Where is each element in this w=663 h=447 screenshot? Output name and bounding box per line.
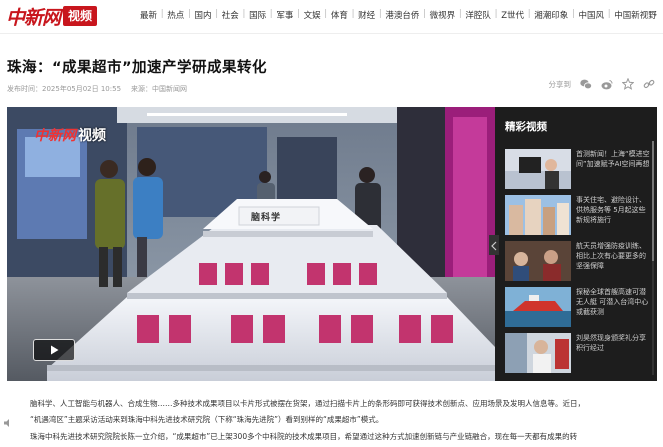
video-caption: 事关住宅、避险设计、供热服务等 5月起这些新规将施行 bbox=[576, 196, 646, 224]
chevron-left-icon bbox=[491, 236, 497, 255]
nav-separator: | bbox=[297, 9, 300, 19]
video-watermark: 中新网 视频 bbox=[34, 125, 106, 145]
video-caption: 探秘全球首艘高速可潜无人艇 可潜入台湾中心或截获测 bbox=[576, 288, 649, 316]
video-list-item[interactable]: 刘昊然现身颁奖礼分享积行经过 bbox=[505, 333, 651, 375]
nav-item[interactable]: 港澳台侨 bbox=[385, 9, 419, 21]
nav-separator: | bbox=[242, 9, 246, 19]
panel-title: 精彩视频 bbox=[505, 121, 547, 133]
nav-separator: | bbox=[607, 9, 611, 19]
nav-item[interactable]: 国内 bbox=[195, 9, 212, 21]
nav-separator: | bbox=[351, 9, 355, 19]
watermark-text: 中新网 bbox=[34, 128, 76, 144]
nav-separator: | bbox=[378, 9, 382, 19]
share-bar: 分享到 bbox=[549, 78, 656, 90]
nav-separator: | bbox=[527, 9, 531, 19]
publish-time: 发布时间：2025年05月02日 10:55 bbox=[7, 85, 122, 93]
video-list-item[interactable]: 事关住宅、避险设计、供热服务等 5月起这些新规将施行 bbox=[505, 195, 651, 237]
wechat-icon[interactable] bbox=[580, 78, 592, 90]
nav-item[interactable]: Z世代 bbox=[501, 9, 524, 21]
nav-item[interactable]: 热点 bbox=[167, 9, 184, 21]
video-caption: 航天员增强防疫训练、相比上次有心要更多的坚强保障 bbox=[576, 242, 646, 270]
article-source: 来源：中国新闻网 bbox=[131, 85, 188, 93]
article-paragraph: “机遇湾区”主题采访活动来到珠海中科先进技术研究院（下称“珠海先进院”）看到别样… bbox=[30, 415, 384, 424]
floating-toolbar[interactable] bbox=[3, 418, 13, 430]
nav-item[interactable]: 军事 bbox=[276, 9, 293, 21]
nav-item[interactable]: 国际 bbox=[249, 9, 266, 21]
star-icon[interactable] bbox=[622, 78, 634, 90]
site-logo[interactable]: 中新网 视频 bbox=[6, 4, 98, 29]
play-button[interactable] bbox=[33, 339, 75, 361]
nav-separator: | bbox=[494, 9, 498, 19]
nav-separator: | bbox=[571, 9, 575, 19]
share-label: 分享到 bbox=[548, 79, 572, 89]
nav-item[interactable]: 洋腔队 bbox=[465, 9, 491, 21]
nav-separator: | bbox=[324, 9, 328, 19]
nav-separator: | bbox=[458, 9, 462, 19]
nav-separator: | bbox=[269, 9, 273, 19]
play-icon bbox=[48, 341, 60, 360]
nav-item[interactable]: 中国风 bbox=[579, 9, 605, 21]
video-list-item[interactable]: 探秘全球首艘高速可潜无人艇 可潜入台湾中心或截获测 bbox=[505, 287, 651, 329]
weibo-icon[interactable] bbox=[601, 78, 613, 90]
nav-separator: | bbox=[187, 9, 191, 19]
logo-badge: 视频 bbox=[63, 6, 98, 26]
nav-item[interactable]: 最新 bbox=[140, 9, 157, 21]
logo-text: 中新网 bbox=[6, 6, 61, 29]
nav-separator: | bbox=[160, 9, 164, 19]
article-paragraph: 脑科学、人工智能与机器人、合成生物……多种技术成果项目以卡片形式被摆在货架，通过… bbox=[30, 399, 585, 408]
collapse-arrow[interactable] bbox=[489, 235, 499, 255]
featured-videos-panel: 精彩视频 首测新闻！上海“模进空间”加速赋予AI空间再想 事关住宅、避险设计、供… bbox=[489, 107, 657, 381]
sound-icon[interactable] bbox=[3, 418, 13, 430]
nav-separator: | bbox=[215, 9, 219, 19]
nav-item[interactable]: 社会 bbox=[222, 9, 239, 21]
video-list-item[interactable]: 航天员增强防疫训练、相比上次有心要更多的坚强保障 bbox=[505, 241, 651, 283]
scrollbar-thumb[interactable] bbox=[652, 141, 654, 261]
nav-item[interactable]: 湘潮印象 bbox=[534, 9, 568, 21]
video-thumbnail bbox=[505, 333, 571, 373]
article-meta: 发布时间：2025年05月02日 10:55 来源：中国新闻网 bbox=[7, 84, 187, 94]
video-list-item[interactable]: 首测新闻！上海“模进空间”加速赋予AI空间再想 bbox=[505, 149, 651, 191]
top-nav: 最新 | 热点 | 国内 | 社会 | 国际 | 军事 | 文娱 | 体育 | 财经 | 港澳台侨… bbox=[140, 9, 657, 21]
video-thumbnail bbox=[505, 149, 571, 189]
nav-item[interactable]: 体育 bbox=[331, 9, 348, 21]
video-frame-image bbox=[7, 107, 495, 381]
watermark-badge: 视频 bbox=[78, 128, 106, 144]
nav-item[interactable]: 微视界 bbox=[430, 9, 456, 21]
link-icon[interactable] bbox=[643, 78, 655, 90]
article-title: 珠海：“成果超市”加速产学研成果转化 bbox=[7, 60, 268, 76]
article-paragraph: 珠海中科先进技术研究院院长陈一立介绍，“成果超市”已上架300多个中科院的技术成… bbox=[30, 432, 578, 441]
video-caption: 首测新闻！上海“模进空间”加速赋予AI空间再想 bbox=[576, 150, 650, 168]
video-player[interactable]: 脑科学 中新网 视频 bbox=[7, 107, 495, 381]
nav-item[interactable]: 财经 bbox=[358, 9, 375, 21]
nav-item[interactable]: 文娱 bbox=[304, 9, 321, 21]
nav-item[interactable]: 中国新视野 bbox=[614, 9, 657, 21]
video-thumbnail bbox=[505, 241, 571, 281]
nav-separator: | bbox=[423, 9, 426, 19]
site-header: 中新网 视频 最新 | 热点 | 国内 | 社会 | 国际 | 军事 | 文娱 | 体育 | 财… bbox=[0, 0, 663, 34]
display-sign-text: 脑科学 bbox=[251, 213, 282, 223]
video-thumbnail bbox=[505, 195, 571, 235]
video-caption: 刘昊然现身颁奖礼分享积行经过 bbox=[576, 334, 646, 352]
video-thumbnail bbox=[505, 287, 571, 327]
